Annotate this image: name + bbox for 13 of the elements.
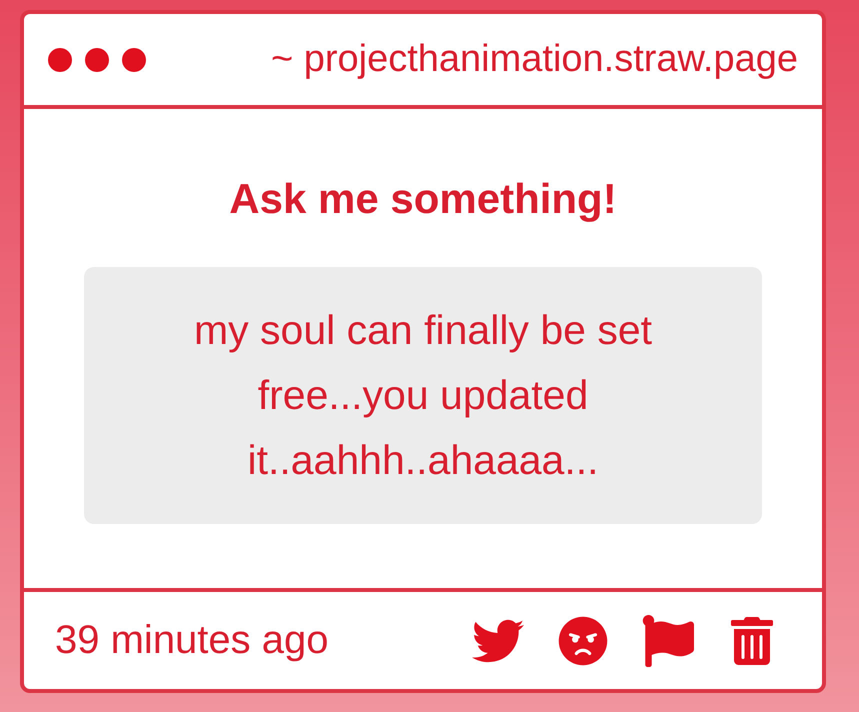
angry-face-button[interactable]	[558, 616, 608, 666]
window-dot-icon	[122, 48, 146, 72]
flag-icon	[642, 614, 694, 666]
timestamp: 39 minutes ago	[55, 618, 329, 663]
heading: Ask me something!	[229, 175, 617, 223]
window-dot-icon	[85, 48, 109, 72]
window-title: ~ projecthanimation.straw.page	[270, 38, 798, 81]
window-dot-icon	[48, 48, 72, 72]
angry-face-icon	[558, 616, 608, 666]
trash-icon	[728, 616, 776, 664]
delete-button[interactable]	[728, 616, 776, 664]
flag-button[interactable]	[642, 614, 694, 666]
question-text: my soul can finally be set free...you updated it..aahhh..ahaaaa...	[192, 306, 654, 485]
